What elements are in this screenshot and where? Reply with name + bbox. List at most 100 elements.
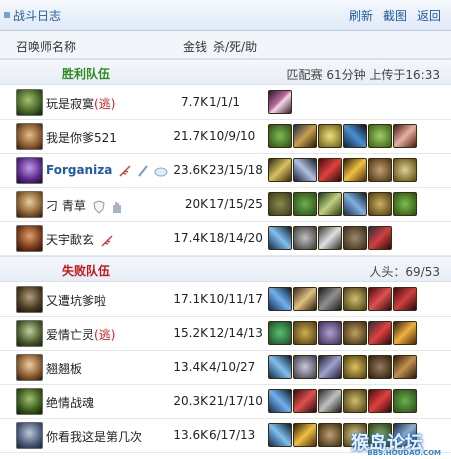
player-row[interactable]: 绝情战魂 20.3K 21/17/10 (0, 385, 451, 419)
player-row[interactable]: 刁 青草 20K 17/15/25 (0, 188, 451, 222)
hand-icon (113, 201, 121, 213)
feather-icon (101, 234, 113, 247)
item-icon (293, 192, 317, 216)
item-icon (393, 321, 417, 345)
player-gold: 17.1K (173, 292, 208, 306)
player-name[interactable]: 又遭坑爹啦 (46, 292, 106, 309)
item-icon (293, 226, 317, 250)
champion-avatar (16, 320, 43, 347)
item-icon (393, 192, 417, 216)
player-name[interactable]: Forganiza (46, 163, 168, 178)
player-name[interactable]: 绝情战魂 (46, 394, 94, 411)
title-bar: 战斗日志 刷新 截图 返回 (0, 0, 451, 31)
item-icon (293, 287, 317, 311)
player-kda: 1/1/1 (209, 95, 240, 109)
champion-avatar (16, 422, 43, 449)
kill-score: 人头：69/53 (369, 265, 440, 279)
item-icon (343, 321, 367, 345)
player-name[interactable]: 翘翘板 (46, 360, 82, 377)
player-gold: 23.6K (173, 163, 208, 177)
player-kda: 17/15/25 (209, 197, 263, 211)
player-name[interactable]: 我是你爹521 (46, 129, 117, 146)
win-team-header: 胜利队伍 匹配赛 61分钟 上传于16:33 (0, 59, 451, 85)
item-icon (318, 124, 342, 148)
item-icon (368, 287, 392, 311)
player-gold: 15.2K (173, 326, 208, 340)
item-icon (293, 423, 317, 447)
player-row[interactable]: 翘翘板 13.4K 4/10/27 (0, 351, 451, 385)
player-row[interactable]: Forganiza 23.6K 23/15/18 (0, 154, 451, 188)
player-name-text: 你看我这是第几次 (46, 430, 143, 444)
item-icon (318, 423, 342, 447)
item-icon (318, 321, 342, 345)
player-row[interactable]: 爱情亡灵(逃) 15.2K 12/14/13 (0, 317, 451, 351)
champion-avatar (16, 157, 43, 184)
item-icon (268, 158, 292, 182)
badge-group (92, 199, 124, 214)
player-name[interactable]: 玩是寂寞(逃) (46, 95, 115, 112)
champion-avatar (16, 123, 43, 150)
player-name-text: 绝情战魂 (46, 396, 95, 410)
player-row[interactable]: 又遭坑爹啦 17.1K 10/11/17 (0, 283, 451, 317)
item-icon (318, 158, 342, 182)
champion-avatar (16, 388, 43, 415)
refresh-button[interactable]: 刷新 (349, 7, 373, 24)
item-list (268, 90, 292, 114)
item-icon (268, 192, 292, 216)
item-icon (343, 287, 367, 311)
player-name[interactable]: 爱情亡灵(逃) (46, 326, 115, 343)
forum-watermark: 猴岛论坛 BBS.HOUDAO.COM (351, 429, 447, 457)
player-kda: 21/17/10 (209, 394, 263, 408)
back-button[interactable]: 返回 (417, 7, 441, 24)
player-name-text: Forganiza (46, 163, 113, 177)
item-list (268, 226, 392, 250)
col-kda: 杀/死/助 (213, 40, 258, 54)
champion-avatar (16, 89, 43, 116)
item-icon (368, 321, 392, 345)
player-kda: 6/17/13 (209, 428, 256, 442)
item-icon (343, 226, 367, 250)
player-kda: 12/14/13 (209, 326, 263, 340)
champion-avatar (16, 354, 43, 381)
player-row[interactable]: 天宇歃玄 17.4K 18/14/20 (0, 222, 451, 256)
player-kda: 18/14/20 (209, 231, 263, 245)
lose-team-label: 失败队伍 (62, 264, 111, 278)
player-gold: 20K (184, 197, 208, 211)
player-name[interactable]: 天宇歃玄 (46, 231, 114, 248)
item-icon (318, 389, 342, 413)
player-name[interactable]: 你看我这是第几次 (46, 428, 142, 445)
item-icon (393, 389, 417, 413)
item-icon (293, 124, 317, 148)
player-name-text: 翘翘板 (46, 362, 83, 376)
item-icon (268, 287, 292, 311)
player-name[interactable]: 刁 青草 (46, 197, 124, 214)
item-icon (318, 226, 342, 250)
watermark-url: BBS.HOUDAO.COM (367, 449, 441, 457)
item-icon (318, 355, 342, 379)
screenshot-button[interactable]: 截图 (383, 7, 407, 24)
item-list (268, 355, 417, 379)
player-kda: 23/15/18 (209, 163, 263, 177)
player-row[interactable]: 玩是寂寞(逃) 7.7K 1/1/1 (0, 86, 451, 120)
item-icon (268, 355, 292, 379)
player-kda: 4/10/27 (209, 360, 256, 374)
item-list (268, 389, 417, 413)
match-info: 匹配赛 61分钟 上传于16:33 (286, 68, 440, 82)
escape-tag: (逃) (94, 97, 116, 111)
item-list (268, 158, 417, 182)
item-icon (268, 389, 292, 413)
shield-icon (93, 199, 105, 214)
column-header: 召唤师名称 金钱 杀/死/助 (0, 31, 451, 59)
champion-avatar (16, 225, 43, 252)
item-list (268, 124, 417, 148)
feather-icon (138, 164, 149, 177)
player-name-text: 刁 青草 (46, 199, 86, 213)
item-icon (343, 192, 367, 216)
player-gold: 21.7K (173, 129, 208, 143)
player-row[interactable]: 我是你爹521 21.7K 10/9/10 (0, 120, 451, 154)
player-gold: 7.7K (181, 95, 208, 109)
player-gold: 20.3K (173, 394, 208, 408)
escape-tag: (逃) (94, 328, 116, 342)
item-icon (393, 355, 417, 379)
item-icon (293, 158, 317, 182)
